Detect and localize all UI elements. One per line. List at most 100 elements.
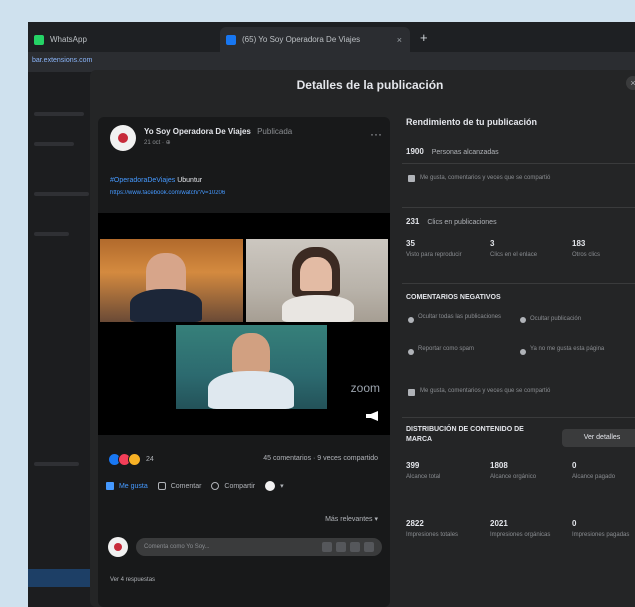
- bullet-icon: [408, 349, 414, 355]
- reactions-note-2: Me gusta, comentarios y veces que se com…: [420, 388, 551, 394]
- comment-button[interactable]: Comentar: [157, 482, 202, 490]
- view-details-button[interactable]: Ver detalles: [562, 429, 635, 447]
- dist-value: 0: [572, 461, 577, 470]
- emoji-icon[interactable]: [322, 542, 332, 552]
- reach-stat: 1900 Personas alcanzadas: [406, 147, 499, 156]
- video-tile-guest: [246, 239, 388, 322]
- sort-comments-dropdown[interactable]: Más relevantes ▾: [325, 515, 378, 523]
- post-link[interactable]: https://www.facebook.com/watch/?v=10206: [110, 190, 324, 198]
- video-player[interactable]: zoom: [98, 213, 390, 435]
- post-author[interactable]: Yo Soy Operadora De Viajes Publicada: [144, 127, 292, 136]
- like-label: Me gusta: [118, 482, 148, 490]
- dist-value: 2021: [490, 519, 508, 528]
- post-text-tail: Ubuntur: [177, 177, 203, 184]
- share-icon: [211, 482, 220, 490]
- dist-label: Alcance orgánico: [490, 474, 537, 480]
- comment-label: Comentar: [170, 482, 202, 490]
- dist-label: Impresiones orgánicas: [490, 532, 551, 538]
- like-button[interactable]: Me gusta: [106, 482, 148, 490]
- bookmarks-text[interactable]: bar.extensions.com: [32, 57, 92, 64]
- dist-label: Impresiones totales: [406, 532, 459, 538]
- dist-label: Alcance total: [406, 474, 441, 480]
- dist-value: 2822: [406, 519, 424, 528]
- video-tile-participant: [176, 325, 327, 409]
- avatar[interactable]: [110, 125, 136, 151]
- post-actions: Me gusta Comentar Compartir ▾: [106, 481, 382, 491]
- bullet-icon: [520, 349, 526, 355]
- hashtag-link[interactable]: #OperadoraDeViajes: [110, 177, 175, 184]
- stat-value: 35: [406, 239, 415, 248]
- negative-item: Ya no me gusta esta página: [530, 346, 605, 352]
- tab-label: (65) Yo Soy Operadora De Viajes: [242, 35, 361, 44]
- background-sidebar: [28, 72, 98, 607]
- stat-label: Otros clics: [572, 252, 601, 258]
- post-card: Yo Soy Operadora De Viajes Publicada 21 …: [98, 117, 390, 607]
- comment-placeholder: Comenta como Yo Soy...: [144, 544, 210, 550]
- clicks-value: 231: [406, 217, 420, 226]
- reactions-note: Me gusta, comentarios y veces que se com…: [420, 175, 551, 181]
- clicks-label: Clics en publicaciones: [427, 219, 497, 226]
- screen: WhatsApp (65) Yo Soy Operadora De Viajes…: [28, 22, 635, 607]
- modal-title: Detalles de la publicación: [296, 78, 444, 92]
- sticker-icon[interactable]: [364, 542, 374, 552]
- insights-title: Rendimiento de tu publicación: [406, 117, 538, 127]
- reactions-icon: [408, 175, 415, 182]
- comments-shares-count[interactable]: 45 comentarios · 9 veces compartido: [263, 455, 378, 462]
- share-label: Compartir: [224, 482, 256, 490]
- more-options-icon[interactable]: ···: [370, 127, 382, 141]
- tab-whatsapp[interactable]: WhatsApp: [34, 27, 214, 52]
- placeholder-line: [34, 142, 74, 146]
- stat-value: 3: [490, 239, 495, 248]
- person-body: [282, 295, 354, 322]
- negative-feedback-title: COMENTARIOS NEGATIVOS: [406, 294, 501, 301]
- divider: [402, 283, 635, 284]
- bookmarks-bar: bar.extensions.com: [28, 52, 635, 72]
- placeholder-line: [34, 112, 84, 116]
- see-replies-link[interactable]: Ver 4 respuestas: [110, 577, 155, 583]
- negative-item: Ocultar publicación: [530, 316, 582, 322]
- background-highlight: [28, 569, 98, 587]
- facebook-icon: [226, 34, 236, 45]
- close-icon[interactable]: ×: [397, 35, 402, 45]
- dist-label: Impresiones pagadas: [572, 532, 630, 538]
- tab-facebook[interactable]: (65) Yo Soy Operadora De Viajes ×: [220, 27, 410, 52]
- share-button[interactable]: Compartir: [211, 482, 255, 490]
- dist-label: Alcance pagado: [572, 474, 616, 480]
- reactions-icon: [408, 389, 415, 396]
- dist-value: 1808: [490, 461, 508, 470]
- comment-input[interactable]: Comenta como Yo Soy...: [136, 538, 382, 556]
- divider: [402, 207, 635, 208]
- negative-item: Reportar como spam: [418, 346, 475, 352]
- stat-label: Clics en el enlace: [490, 252, 538, 258]
- clicks-stat: 231 Clics en publicaciones: [406, 217, 497, 226]
- whatsapp-icon: [34, 34, 44, 45]
- page-avatar-selector[interactable]: ▾: [265, 481, 284, 491]
- stat-label: Visto para reproducir: [406, 252, 462, 258]
- bullet-icon: [520, 317, 526, 323]
- reactions-summary[interactable]: 24: [108, 453, 154, 466]
- reaction-count: 24: [146, 456, 154, 463]
- tab-label: WhatsApp: [50, 35, 87, 44]
- person-head: [232, 333, 270, 373]
- avatar: [265, 481, 276, 491]
- post-details-modal: Detalles de la publicación × Yo Soy Oper…: [90, 70, 635, 607]
- volume-icon[interactable]: [366, 411, 378, 421]
- camera-icon[interactable]: [336, 542, 346, 552]
- dist-value: 0: [572, 519, 577, 528]
- dist-value: 399: [406, 461, 420, 470]
- placeholder-line: [34, 462, 79, 466]
- gif-icon[interactable]: [350, 542, 360, 552]
- reach-label: Personas alcanzadas: [431, 149, 499, 156]
- placeholder-line: [34, 192, 89, 196]
- author-suffix: Publicada: [257, 127, 293, 136]
- person-head: [300, 257, 332, 291]
- thumbs-up-icon: [106, 482, 114, 490]
- new-tab-button[interactable]: +: [420, 30, 428, 45]
- chevron-down-icon: ▾: [280, 482, 284, 490]
- comment-icon: [157, 482, 166, 490]
- branded-content-title: DISTRIBUCIÓN DE CONTENIDO DE MARCA: [406, 426, 524, 443]
- avatar: [108, 537, 128, 557]
- insights-panel: Rendimiento de tu publicación 1900 Perso…: [402, 117, 635, 607]
- close-icon[interactable]: ×: [626, 76, 635, 90]
- divider: [402, 163, 635, 164]
